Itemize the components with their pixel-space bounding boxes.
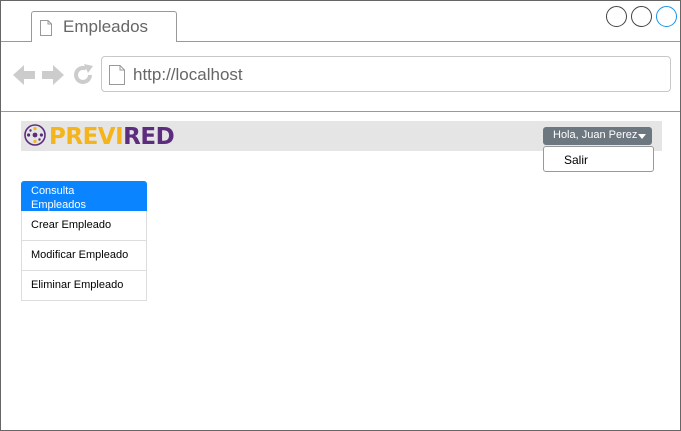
logo-text-previ: PREVI [49,124,124,150]
user-menu-button[interactable]: Hola, Juan Perez [543,127,652,145]
window-close-button[interactable] [656,6,677,27]
window-minimize-button[interactable] [606,6,627,27]
logout-menu-item[interactable]: Salir [564,153,588,167]
sidebar-item-label: Modificar Empleado [31,249,129,261]
user-menu-label: Hola, Juan Perez [553,129,638,141]
tab-title: Empleados [63,17,149,36]
address-bar[interactable]: http://localhost [101,56,671,92]
sidebar-item-modificar-empleado[interactable]: Modificar Empleado [21,241,147,271]
browser-window: Empleados http://localhost PREVIRED Hola… [0,0,681,431]
logo-text-red: RED [123,124,175,150]
logo-text: PREVIRED [49,124,175,150]
logo-mark-icon [24,124,46,146]
sidebar-item-label: Consulta Empleados [31,185,87,211]
user-dropdown-menu: Salir [543,146,654,172]
page-icon [40,20,52,36]
sidebar-item-label: Crear Empleado [31,219,112,231]
page-icon [109,65,125,85]
sidebar-item-label: Eliminar Empleado [31,279,124,291]
window-maximize-button[interactable] [631,6,652,27]
arrow-right-icon[interactable] [41,63,65,87]
sidebar-item-consulta-empleados[interactable]: Consulta Empleados [21,181,147,211]
reload-icon[interactable] [71,63,95,87]
browser-tab[interactable]: Empleados [31,11,177,42]
toolbar-divider [1,111,680,112]
arrow-left-icon[interactable] [12,63,36,87]
url-text: http://localhost [133,65,243,84]
sidebar-item-crear-empleado[interactable]: Crear Empleado [21,211,147,241]
sidebar-menu: Consulta Empleados Crear Empleado Modifi… [21,181,147,301]
chevron-down-icon [638,134,646,139]
sidebar-item-eliminar-empleado[interactable]: Eliminar Empleado [21,271,147,301]
